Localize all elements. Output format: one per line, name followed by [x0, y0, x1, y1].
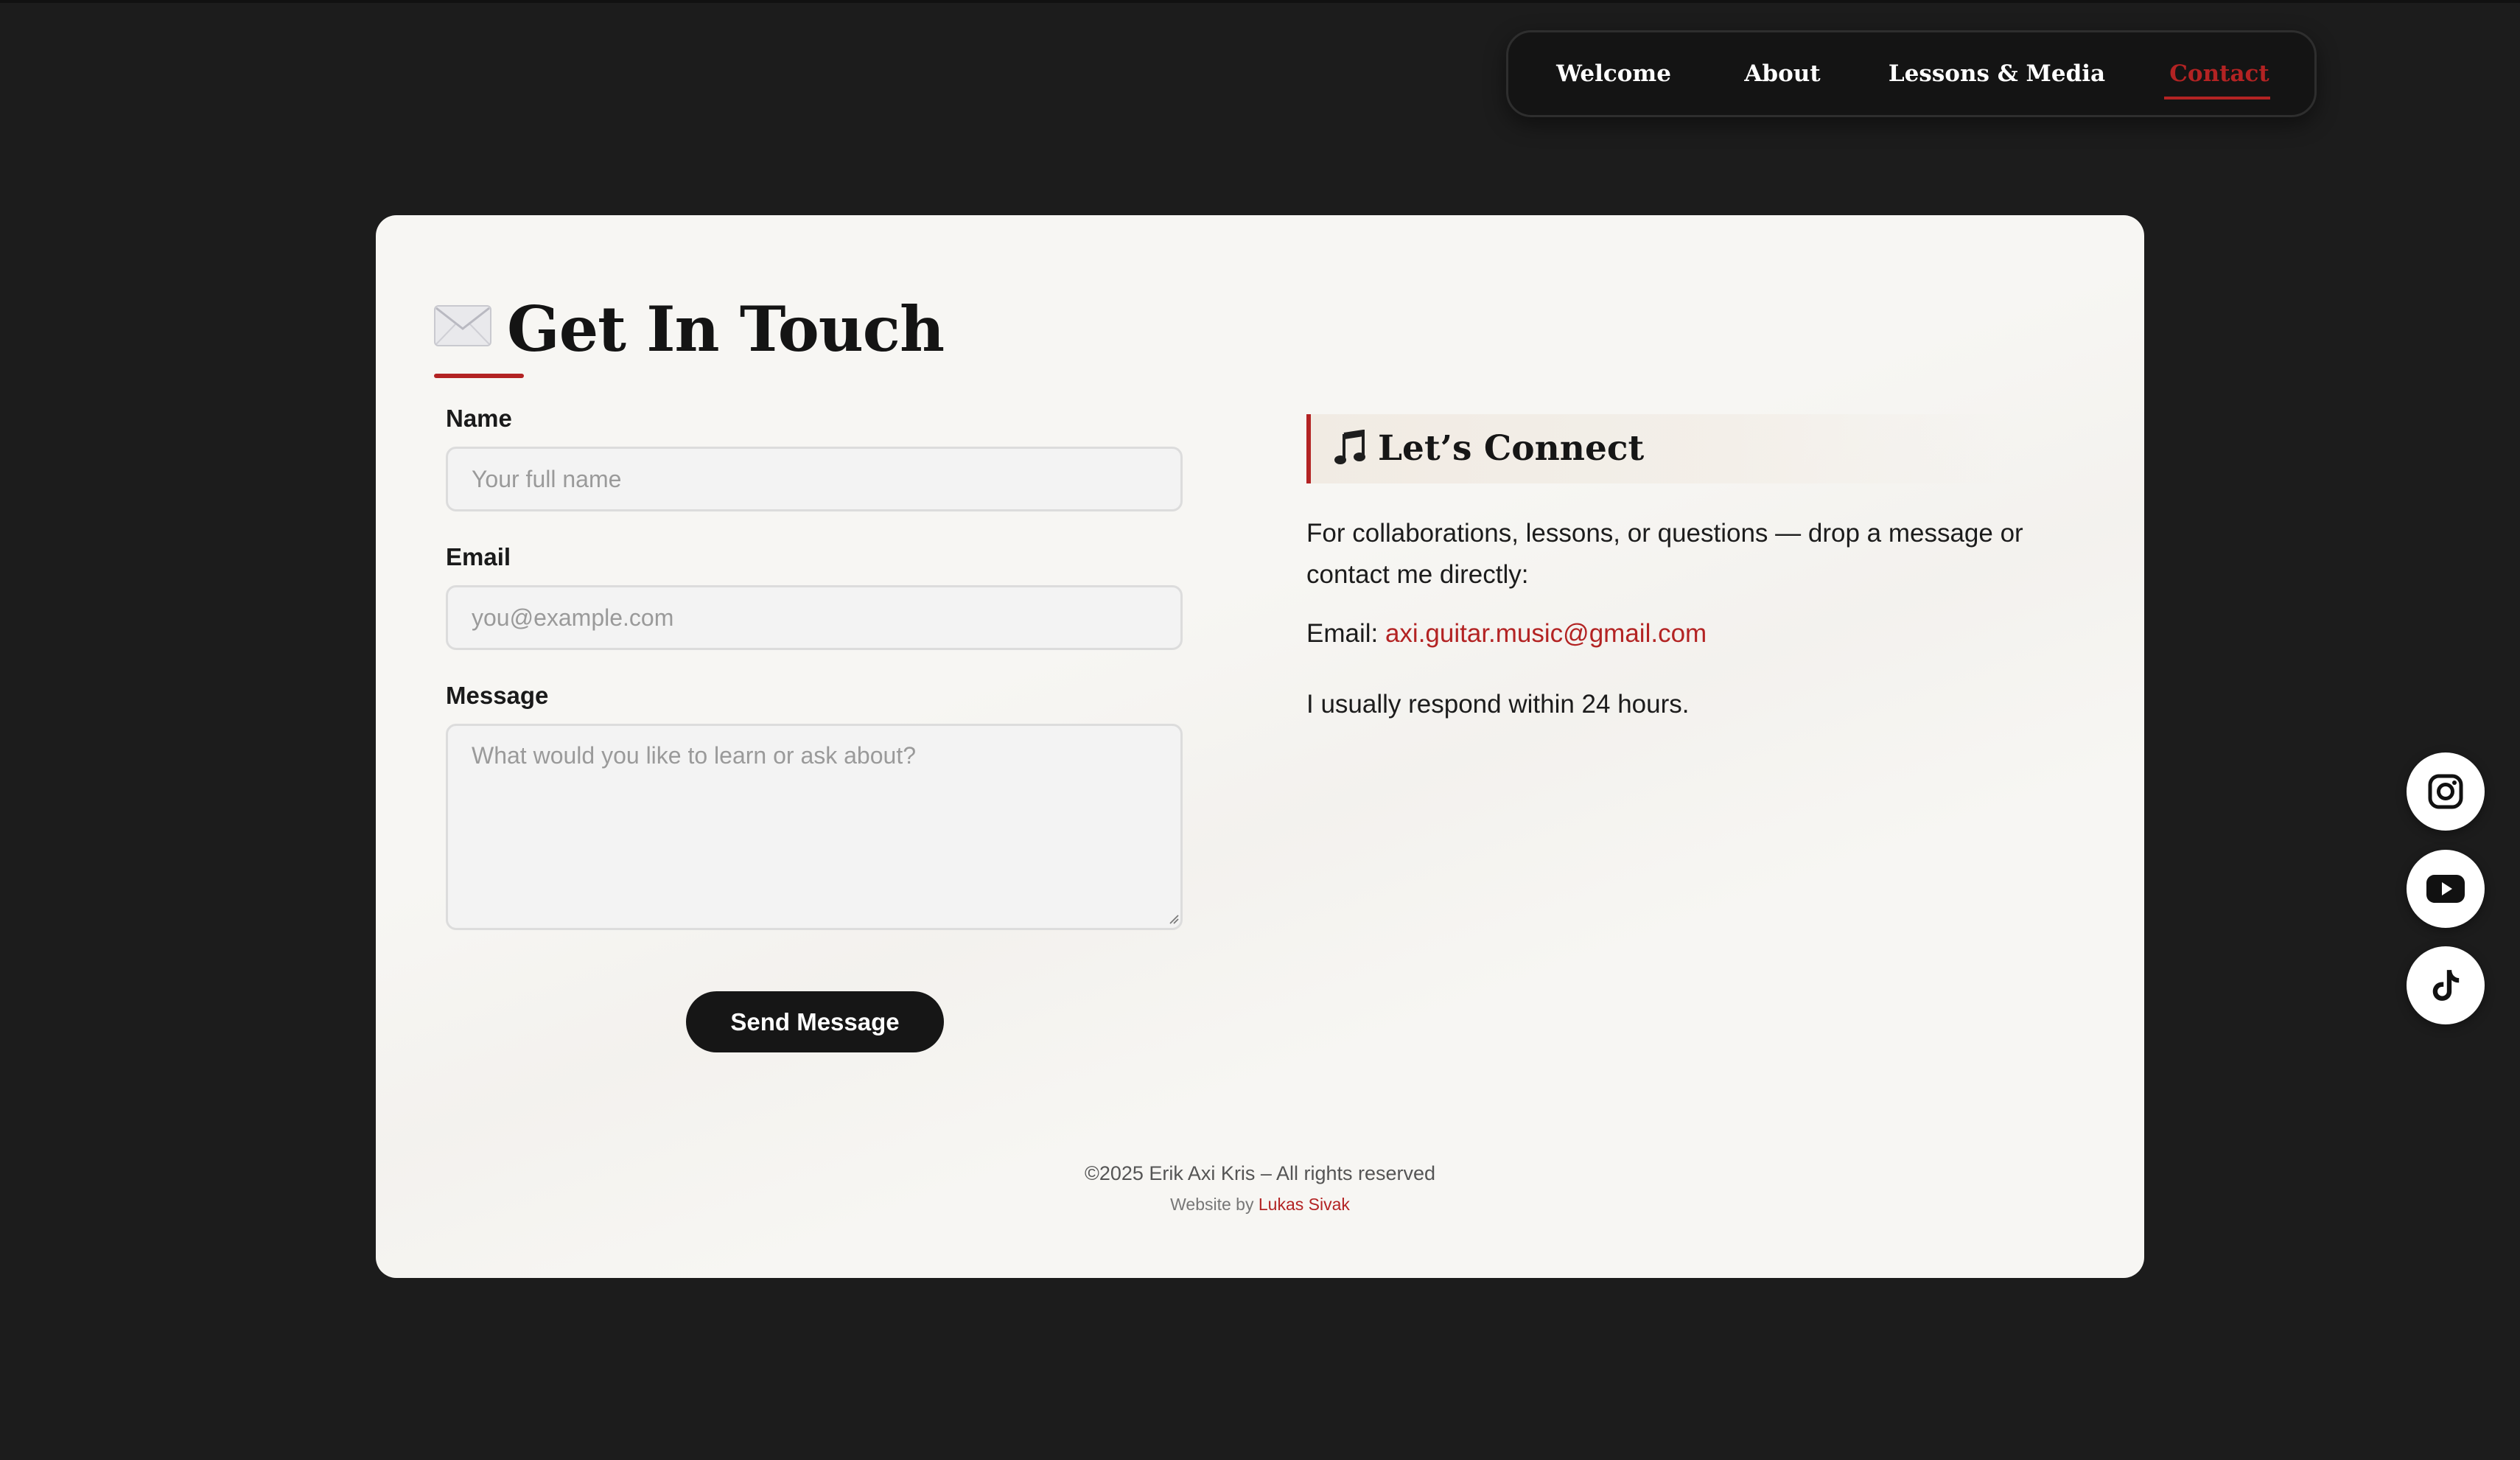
email-prefix: Email: — [1306, 619, 1385, 648]
connect-title: Let’s Connect — [1378, 428, 1645, 469]
email-line: Email: axi.guitar.music@gmail.com — [1306, 613, 2043, 654]
nav-contact[interactable]: Contact — [2169, 32, 2269, 115]
nav-about[interactable]: About — [1744, 32, 1820, 115]
footer-credit-link[interactable]: Lukas Sivak — [1259, 1195, 1350, 1214]
envelope-icon — [434, 305, 491, 346]
email-input[interactable] — [446, 585, 1183, 650]
email-link[interactable]: axi.guitar.music@gmail.com — [1385, 619, 1707, 648]
resize-handle-icon[interactable] — [1169, 914, 1179, 924]
email-label: Email — [446, 543, 511, 570]
footer-credit: Website by Lukas Sivak — [376, 1191, 2144, 1218]
title-underline — [434, 374, 524, 378]
main-nav: Welcome About Lessons & Media Contact — [1506, 30, 2317, 117]
nav-lessons-media[interactable]: Lessons & Media — [1889, 32, 2105, 115]
name-label: Name — [446, 405, 512, 432]
footer-credit-prefix: Website by — [1170, 1195, 1259, 1214]
tiktok-icon — [2432, 970, 2460, 1001]
page-title: Get In Touch — [507, 293, 945, 366]
name-input[interactable] — [446, 447, 1183, 511]
nav-welcome[interactable]: Welcome — [1556, 32, 1671, 115]
connect-accent-bar — [1306, 414, 1311, 483]
top-border — [0, 0, 2520, 3]
youtube-icon — [2426, 875, 2465, 903]
connect-intro: For collaborations, lessons, or question… — [1306, 519, 2023, 589]
nav-active-underline — [2164, 97, 2270, 99]
instagram-button[interactable] — [2407, 752, 2485, 831]
instagram-icon — [2428, 774, 2463, 809]
send-message-button[interactable]: Send Message — [686, 991, 944, 1052]
message-label: Message — [446, 682, 549, 709]
tiktok-button[interactable] — [2407, 946, 2485, 1024]
message-textarea[interactable] — [446, 724, 1183, 930]
response-note: I usually respond within 24 hours. — [1306, 690, 1690, 719]
footer-copyright: ©2025 Erik Axi Kris – All rights reserve… — [1084, 1162, 1436, 1184]
music-note-icon — [1334, 429, 1366, 467]
youtube-button[interactable] — [2407, 850, 2485, 928]
